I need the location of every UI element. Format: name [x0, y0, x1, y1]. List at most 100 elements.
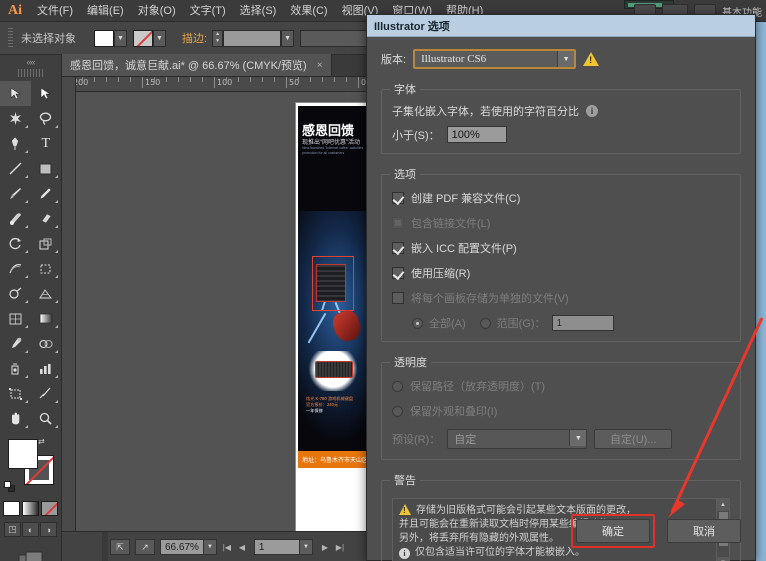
chevron-down-icon[interactable]: ▼: [569, 430, 587, 446]
pen-tool[interactable]: [0, 131, 31, 156]
scroll-up-icon[interactable]: ▲: [716, 499, 730, 511]
none-mode-icon[interactable]: [41, 501, 58, 516]
zoom-dropdown-caret-icon[interactable]: ▼: [202, 540, 216, 554]
previous-artboard-icon[interactable]: ◀: [237, 543, 247, 552]
stroke-weight-input[interactable]: [223, 29, 282, 47]
menu-select[interactable]: 选择(S): [233, 0, 284, 22]
fill-swatch[interactable]: [8, 439, 38, 469]
radio-all-artboards[interactable]: [412, 317, 423, 329]
drawing-mode-normal-icon[interactable]: ◳: [4, 522, 21, 537]
blob-brush-tool[interactable]: [0, 206, 31, 231]
control-bar-grip[interactable]: [8, 28, 13, 48]
shape-builder-tool[interactable]: [0, 281, 31, 306]
free-transform-tool[interactable]: [31, 256, 62, 281]
fill-color-control[interactable]: ▼: [94, 29, 127, 47]
default-fill-stroke-icon[interactable]: [4, 481, 16, 493]
blend-tool[interactable]: [31, 331, 62, 356]
eraser-tool[interactable]: [31, 206, 62, 231]
artboard-range-input[interactable]: 1: [551, 315, 614, 331]
stroke-weight-caret-icon[interactable]: ▼: [281, 29, 295, 47]
option-save-each-artboard-row[interactable]: 将每个画板存储为单独的文件(V): [392, 290, 730, 306]
fill-swatch[interactable]: [94, 29, 114, 47]
transparency-preserve-appearance-row[interactable]: 保留外观和叠印(I): [392, 403, 730, 419]
radio-preserve-appearance[interactable]: [392, 405, 403, 417]
menu-file[interactable]: 文件(F): [30, 0, 80, 22]
fill-dropdown-caret-icon[interactable]: ▼: [114, 29, 127, 47]
selection-tool[interactable]: [0, 81, 31, 106]
column-graph-tool[interactable]: [31, 356, 62, 381]
menu-type[interactable]: 文字(T): [183, 0, 233, 22]
share-on-behance-icon[interactable]: ↗: [135, 539, 155, 555]
color-mode-icon[interactable]: [3, 501, 20, 516]
last-artboard-icon[interactable]: ▶|: [335, 543, 345, 552]
hand-tool[interactable]: [0, 406, 31, 431]
ok-button[interactable]: 确定: [576, 519, 650, 543]
scroll-down-icon[interactable]: ▼: [716, 557, 730, 561]
preset-select[interactable]: 自定 ▼: [447, 429, 588, 449]
slice-tool[interactable]: [31, 381, 62, 406]
checkbox-save-each-artboard[interactable]: [392, 292, 404, 304]
artboard-number-value[interactable]: 1: [255, 542, 299, 553]
artboard-number-control[interactable]: 1 ▼: [253, 539, 313, 555]
artboard-navigation-icon[interactable]: ⇱: [110, 539, 130, 555]
dialog-title-bar[interactable]: Illustrator 选项: [367, 15, 755, 37]
pencil-tool[interactable]: [31, 181, 62, 206]
direct-selection-tool[interactable]: [31, 81, 62, 106]
checkbox-use-compression[interactable]: [392, 267, 404, 279]
zoom-level-control[interactable]: 66.67% ▼: [160, 539, 217, 555]
artboard[interactable]: 感恩回馈 现推出“网吧优惠”活动 New launched "Internet …: [295, 102, 370, 531]
magic-wand-tool[interactable]: [0, 106, 31, 131]
rotate-tool[interactable]: [0, 231, 31, 256]
zoom-level-value[interactable]: 66.67%: [161, 542, 203, 553]
checkbox-include-linked[interactable]: [392, 217, 404, 229]
next-artboard-icon[interactable]: ▶: [320, 543, 330, 552]
lasso-tool[interactable]: [31, 106, 62, 131]
type-tool[interactable]: T: [31, 131, 62, 156]
drawing-mode-inside-icon[interactable]: ◑: [40, 522, 57, 537]
checkbox-embed-icc[interactable]: [392, 242, 404, 254]
subset-percent-input[interactable]: 100%: [446, 126, 507, 143]
tools-panel-grip[interactable]: [18, 69, 43, 77]
stroke-swatch-none-icon[interactable]: [133, 29, 153, 47]
stroke-dropdown-caret-icon[interactable]: ▼: [153, 29, 166, 47]
checkbox-pdf-compatible[interactable]: [392, 192, 404, 204]
close-icon[interactable]: ×: [317, 60, 323, 71]
ruler-origin-corner[interactable]: [62, 77, 76, 92]
change-screen-mode-icon[interactable]: [0, 551, 61, 561]
artboard-tool[interactable]: [0, 381, 31, 406]
eyedropper-tool[interactable]: [0, 331, 31, 356]
menu-edit[interactable]: 编辑(E): [80, 0, 131, 22]
symbol-sprayer-tool[interactable]: [0, 356, 31, 381]
artboard-dropdown-caret-icon[interactable]: ▼: [298, 540, 312, 554]
custom-preset-button[interactable]: 自定(U)...: [594, 429, 673, 449]
document-tab[interactable]: 感恩回馈，诚意巨献.ai* @ 66.67% (CMYK/预览) ×: [62, 54, 332, 76]
paintbrush-tool[interactable]: [0, 181, 31, 206]
drawing-mode-behind-icon[interactable]: ◐: [22, 522, 39, 537]
option-use-compression-row[interactable]: 使用压缩(R): [392, 265, 730, 281]
rectangle-tool[interactable]: [31, 156, 62, 181]
radio-preserve-paths[interactable]: [392, 380, 403, 392]
line-segment-tool[interactable]: [0, 156, 31, 181]
gradient-tool[interactable]: [31, 306, 62, 331]
cancel-button[interactable]: 取消: [667, 519, 741, 543]
option-pdf-compatible-row[interactable]: 创建 PDF 兼容文件(C): [392, 190, 730, 206]
first-artboard-icon[interactable]: |◀: [222, 543, 232, 552]
menu-effect[interactable]: 效果(C): [283, 0, 334, 22]
zoom-tool[interactable]: [31, 406, 62, 431]
menu-object[interactable]: 对象(O): [131, 0, 183, 22]
perspective-grid-tool[interactable]: [31, 281, 62, 306]
stroke-weight-stepper[interactable]: ▲ ▼: [212, 29, 224, 47]
mesh-tool[interactable]: [0, 306, 31, 331]
tools-panel-collapse-icon[interactable]: ««: [0, 55, 61, 69]
option-include-linked-row[interactable]: 包含链接文件(L): [392, 215, 730, 231]
version-select[interactable]: Illustrator CS6 ▼: [413, 49, 577, 69]
stroke-color-control[interactable]: ▼: [133, 29, 166, 47]
chevron-down-icon[interactable]: ▼: [557, 51, 575, 67]
transparency-preserve-paths-row[interactable]: 保留路径（放弃透明度）(T): [392, 378, 730, 394]
option-embed-icc-row[interactable]: 嵌入 ICC 配置文件(P): [392, 240, 730, 256]
swap-fill-stroke-icon[interactable]: ⇄: [38, 437, 48, 447]
info-icon[interactable]: i: [586, 105, 598, 117]
scale-tool[interactable]: [31, 231, 62, 256]
gradient-mode-icon[interactable]: [22, 501, 39, 516]
radio-artboard-range[interactable]: [479, 317, 491, 329]
